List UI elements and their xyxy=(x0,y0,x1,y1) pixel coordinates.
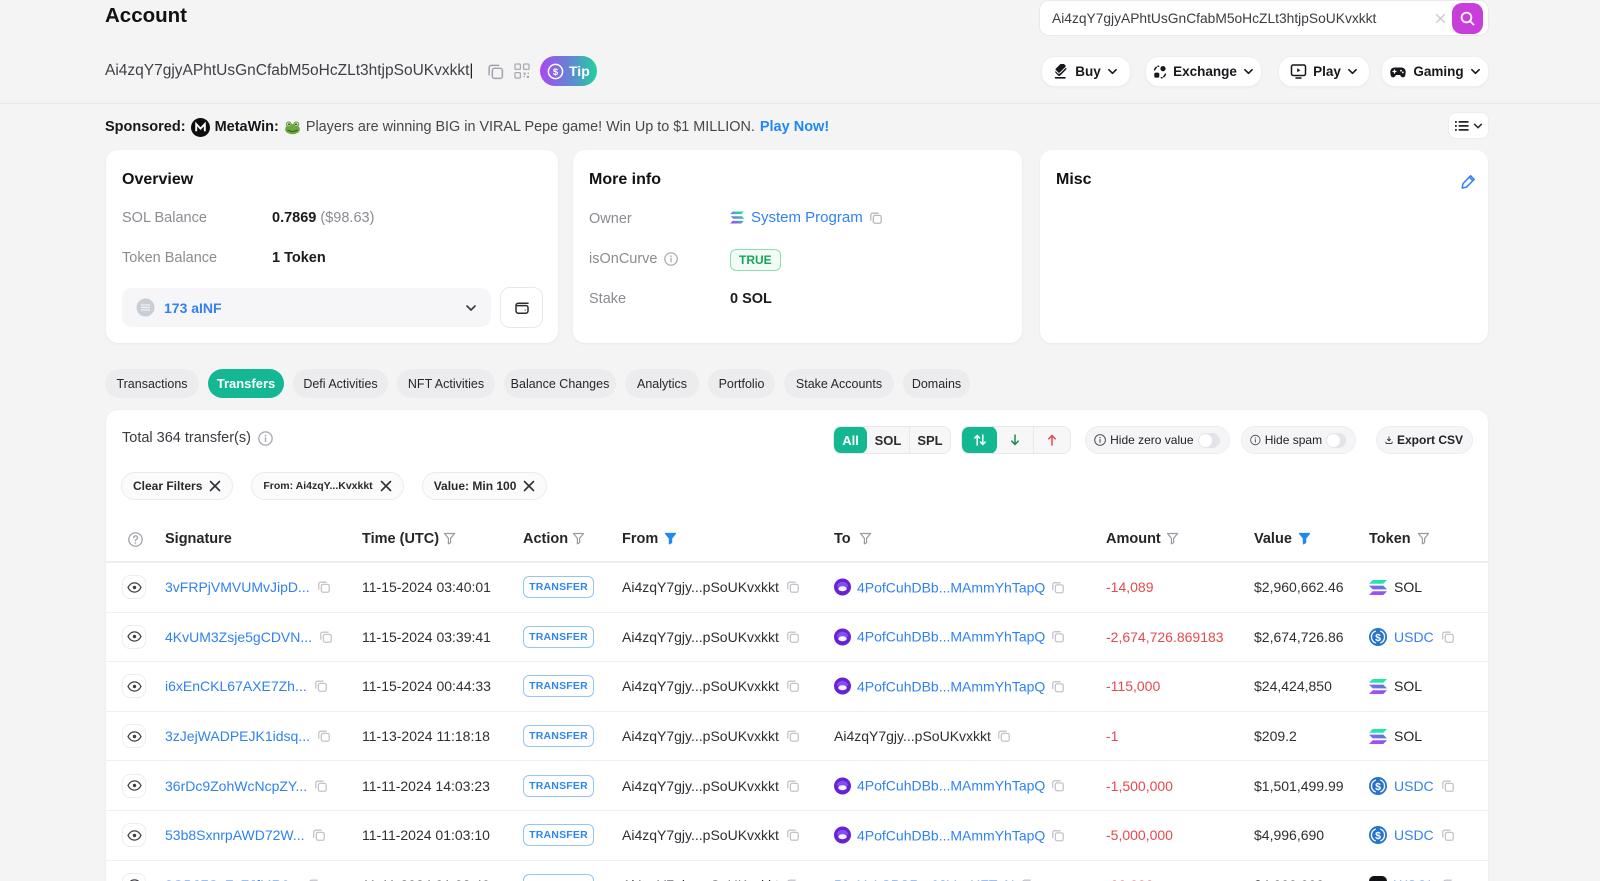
svg-text:$: $ xyxy=(553,67,559,78)
svg-text:$: $ xyxy=(1375,830,1381,842)
svg-text:$: $ xyxy=(1375,780,1381,792)
svg-text:$: $ xyxy=(1375,632,1381,644)
